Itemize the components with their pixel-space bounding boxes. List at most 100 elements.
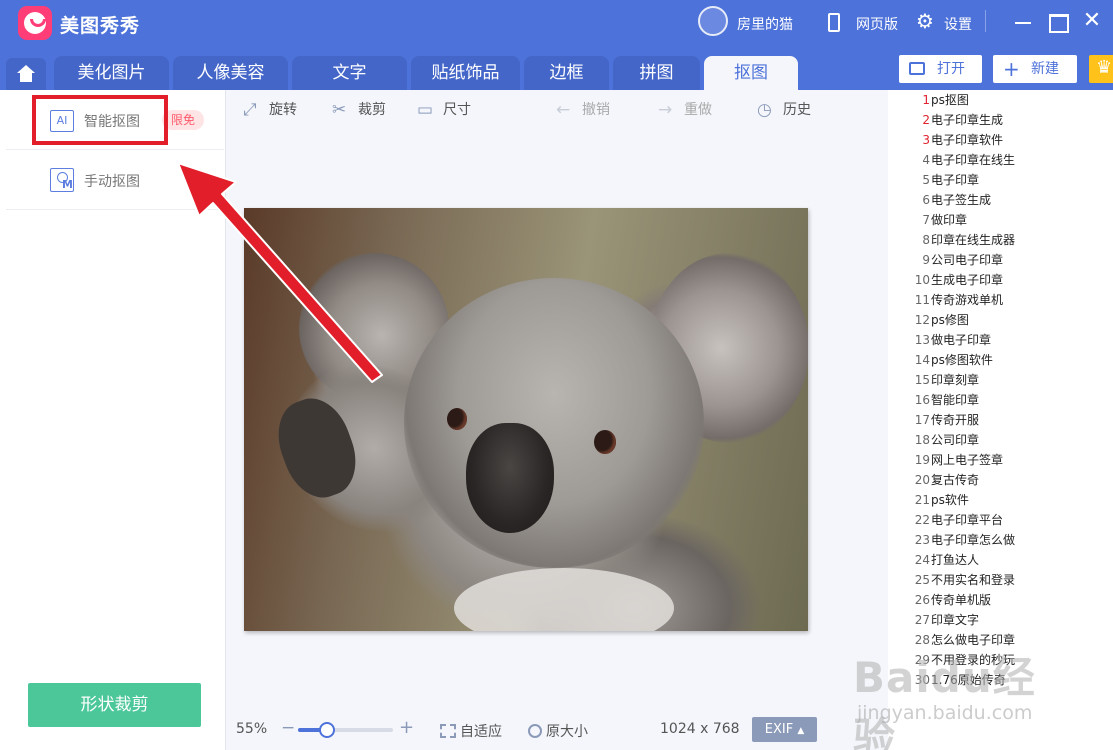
hot-search-text: 公司电子印章 <box>931 253 1004 267</box>
exif-button[interactable]: EXIF ▲ <box>752 717 817 742</box>
hot-search-item[interactable]: 13 做电子印章 <box>888 330 1113 350</box>
hot-search-rank: 14 <box>914 353 930 367</box>
tab-frame[interactable]: 边框 <box>524 56 609 90</box>
zoom-out-icon[interactable]: − <box>281 718 295 738</box>
hot-search-text: 印章文字 <box>931 613 980 627</box>
hot-search-rank: 27 <box>914 613 930 627</box>
tab-portrait[interactable]: 人像美容 <box>173 56 288 90</box>
koala-photo[interactable] <box>244 208 808 631</box>
hot-search-text: 电子印章软件 <box>931 133 1004 147</box>
hot-search-rank: 4 <box>922 153 930 167</box>
hot-search-item[interactable]: 15 印章刻章 <box>888 370 1113 390</box>
hot-search-rank: 20 <box>914 473 930 487</box>
manual-cutout-option[interactable]: 手动抠图 <box>6 150 224 210</box>
exif-label: EXIF <box>764 722 794 737</box>
history-label: 历史 <box>783 102 811 118</box>
open-button[interactable]: 打开 <box>899 55 982 83</box>
hot-search-item[interactable]: 14 ps修图软件 <box>888 350 1113 370</box>
hot-search-item[interactable]: 17 传奇开服 <box>888 410 1113 430</box>
hot-search-item[interactable]: 6 电子签生成 <box>888 190 1113 210</box>
original-size-button[interactable]: 原大小 <box>528 721 588 741</box>
close-icon[interactable]: ✕ <box>1080 10 1104 34</box>
hot-search-text: 1.76原始传奇 <box>931 673 1006 687</box>
title-divider <box>985 10 986 32</box>
settings-link[interactable]: 设置 <box>944 14 972 34</box>
gear-icon[interactable]: ⚙ <box>916 11 934 31</box>
hot-search-item[interactable]: 19 网上电子签章 <box>888 450 1113 470</box>
scissors-icon: ✂ <box>332 100 347 120</box>
hot-search-text: 电子印章怎么做 <box>931 533 1016 547</box>
hot-search-item[interactable]: 5 电子印章 <box>888 170 1113 190</box>
tab-beautify[interactable]: 美化图片 <box>54 56 169 90</box>
maximize-icon[interactable] <box>1046 10 1070 34</box>
hot-search-item[interactable]: 11 传奇游戏单机 <box>888 290 1113 310</box>
koala-chest <box>454 568 674 631</box>
hot-search-rank: 28 <box>914 633 930 647</box>
hot-search-rank: 18 <box>914 433 930 447</box>
user-name[interactable]: 房里的猫 <box>737 14 793 34</box>
tab-text[interactable]: 文字 <box>292 56 407 90</box>
web-version-link[interactable]: 网页版 <box>856 14 898 34</box>
hot-search-item[interactable]: 16 智能印章 <box>888 390 1113 410</box>
hot-search-item[interactable]: 28 怎么做电子印章 <box>888 630 1113 650</box>
fit-label: 自适应 <box>460 724 502 740</box>
hot-search-item[interactable]: 1 ps抠图 <box>888 90 1113 110</box>
hot-search-text: 电子印章 <box>931 173 980 187</box>
zoom-slider[interactable] <box>298 722 393 738</box>
hot-search-rank: 15 <box>914 373 930 387</box>
image-icon <box>909 62 925 75</box>
hot-search-rank: 2 <box>922 113 930 127</box>
hot-search-rank: 25 <box>914 573 930 587</box>
hot-search-text: ps抠图 <box>931 93 969 107</box>
shape-crop-button[interactable]: 形状裁剪 <box>28 683 201 727</box>
hot-search-item[interactable]: 9 公司电子印章 <box>888 250 1113 270</box>
tab-stickers[interactable]: 贴纸饰品 <box>411 56 520 90</box>
crop-label: 裁剪 <box>358 102 386 118</box>
hot-search-item[interactable]: 22 电子印章平台 <box>888 510 1113 530</box>
zoom-in-icon[interactable]: + <box>399 717 414 738</box>
hot-search-text: 电子签生成 <box>931 193 992 207</box>
hot-search-item[interactable]: 30 1.76原始传奇 <box>888 670 1113 690</box>
user-avatar[interactable] <box>698 6 728 36</box>
hot-search-text: 复古传奇 <box>931 473 980 487</box>
hot-search-item[interactable]: 20 复古传奇 <box>888 470 1113 490</box>
hot-search-item[interactable]: 26 传奇单机版 <box>888 590 1113 610</box>
hot-search-item[interactable]: 7 做印章 <box>888 210 1113 230</box>
hot-search-item[interactable]: 27 印章文字 <box>888 610 1113 630</box>
hot-search-item[interactable]: 24 打鱼达人 <box>888 550 1113 570</box>
hot-search-item[interactable]: 8 印章在线生成器 <box>888 230 1113 250</box>
hot-search-item[interactable]: 3 电子印章软件 <box>888 130 1113 150</box>
tab-collage[interactable]: 拼图 <box>613 56 700 90</box>
redo-icon: → <box>658 100 673 120</box>
hot-search-item[interactable]: 23 电子印章怎么做 <box>888 530 1113 550</box>
hot-search-text: 智能印章 <box>931 393 980 407</box>
vip-crown-icon[interactable] <box>1089 55 1113 83</box>
hot-search-item[interactable]: 12 ps修图 <box>888 310 1113 330</box>
fit-icon <box>440 724 456 738</box>
phone-icon[interactable] <box>828 13 840 32</box>
hot-search-item[interactable]: 18 公司印章 <box>888 430 1113 450</box>
fit-to-window-button[interactable]: 自适应 <box>440 721 502 741</box>
annotation-highlight-box <box>32 95 168 145</box>
hot-search-rank: 13 <box>914 333 930 347</box>
hot-search-item[interactable]: 4 电子印章在线生 <box>888 150 1113 170</box>
original-size-label: 原大小 <box>546 724 588 740</box>
hot-search-rank: 7 <box>922 213 930 227</box>
zoom-slider-handle[interactable] <box>318 722 335 738</box>
home-icon[interactable] <box>6 58 46 90</box>
hot-search-item[interactable]: 25 不用实名和登录 <box>888 570 1113 590</box>
minimize-icon[interactable] <box>1012 10 1036 34</box>
redo-label: 重做 <box>684 102 712 118</box>
magnifier-icon <box>528 724 542 738</box>
tab-cutout[interactable]: 抠图 <box>704 56 798 90</box>
new-button[interactable]: + 新建 <box>993 55 1077 83</box>
hot-search-item[interactable]: 29 不用登录的秒玩 <box>888 650 1113 670</box>
hot-search-rank: 23 <box>914 533 930 547</box>
hot-search-item[interactable]: 2 电子印章生成 <box>888 110 1113 130</box>
hot-search-text: ps修图软件 <box>931 353 993 367</box>
hot-search-item[interactable]: 10 生成电子印章 <box>888 270 1113 290</box>
zoom-status-bar: 55% − + 自适应 原大小 1024 x 768 EXIF ▲ <box>226 710 886 750</box>
hot-search-rank: 1 <box>922 93 930 107</box>
hot-search-item[interactable]: 21 ps软件 <box>888 490 1113 510</box>
hot-search-text: 做电子印章 <box>931 333 992 347</box>
